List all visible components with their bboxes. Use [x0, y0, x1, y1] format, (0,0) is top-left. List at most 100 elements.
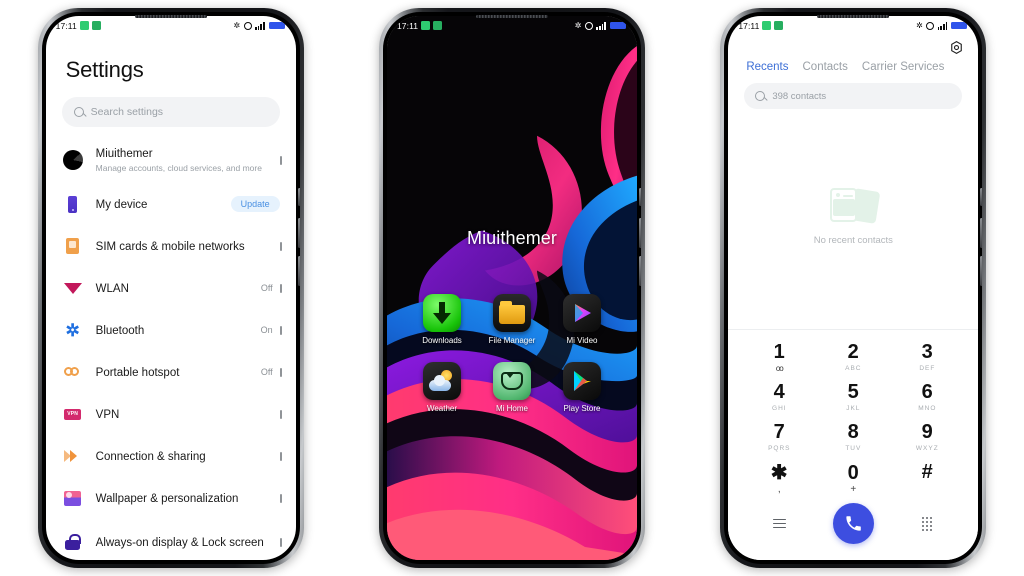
phone-bezel: 17:11 ✲ Settings Search settings Miuithe… [41, 12, 300, 564]
sidebar-item-wlan[interactable]: WLAN Off [46, 267, 296, 309]
side-button-1[interactable] [980, 188, 983, 206]
phone-bezel: 17:11 ✲ Recents Contacts Carrier Service… [724, 12, 983, 564]
weather-icon [422, 362, 461, 400]
dialpad-key-star[interactable]: ✱ , [742, 462, 816, 495]
sidebar-item-connection-sharing[interactable]: Connection & sharing [46, 435, 296, 477]
call-icon [832, 503, 874, 544]
tab-recents[interactable]: Recents [746, 61, 788, 73]
app-file-manager[interactable]: File Manager [477, 294, 547, 346]
key-digit: 0 [847, 462, 860, 484]
voicemail-icon: oo [775, 364, 784, 373]
volume-up-button[interactable] [638, 218, 641, 248]
dialpad-key-1[interactable]: 1 oo [742, 342, 816, 373]
sidebar-item-account[interactable]: Miuithemer Manage accounts, cloud servic… [46, 137, 296, 183]
item-subtitle: Manage accounts, cloud services, and mor… [95, 163, 262, 174]
device-icon [62, 193, 84, 215]
gear-icon[interactable] [949, 40, 964, 55]
volume-up-button[interactable] [980, 218, 983, 248]
lock-icon [62, 531, 84, 553]
key-digit: 5 [847, 381, 860, 403]
update-badge[interactable]: Update [230, 196, 280, 212]
app-play-store[interactable]: Play Store [547, 362, 617, 414]
tab-contacts[interactable]: Contacts [803, 61, 848, 73]
camera-icon [91, 21, 101, 30]
app-label: Weather [426, 404, 458, 413]
home-screen-title: Miuithemer [466, 228, 557, 248]
search-icon [73, 107, 84, 117]
sidebar-item-sim-cards[interactable]: SIM cards & mobile networks [46, 225, 296, 267]
dialpad-key-7[interactable]: 7 PQRS [742, 422, 816, 453]
dialpad-actions [742, 493, 964, 556]
key-letters: GHI [772, 405, 787, 412]
dialpad-key-6[interactable]: 6 MNO [890, 382, 964, 413]
key-digit: 2 [847, 341, 860, 363]
call-button[interactable] [816, 503, 890, 544]
wallpaper-icon [62, 487, 84, 509]
dialpad-key-2[interactable]: 2 ABC [816, 342, 890, 373]
dialpad-key-hash[interactable]: # [890, 462, 964, 493]
bluetooth-icon: ✲ [233, 20, 241, 30]
signal-icon [255, 22, 265, 30]
side-button-1[interactable] [638, 188, 641, 206]
dialpad-key-8[interactable]: 8 TUV [816, 422, 890, 453]
key-letters: WXYZ [915, 445, 939, 452]
key-letters: DEF [919, 365, 936, 372]
search-placeholder: 398 contacts [772, 90, 827, 102]
sidebar-item-bluetooth[interactable]: ✲ Bluetooth On [46, 309, 296, 351]
bluetooth-icon: ✲ [65, 320, 80, 340]
earpiece-speaker [817, 15, 890, 18]
downloads-icon [422, 294, 461, 332]
item-label: My device [95, 199, 148, 211]
sidebar-item-vpn[interactable]: VPN VPN [46, 393, 296, 435]
settings-list: Miuithemer Manage accounts, cloud servic… [46, 137, 296, 560]
keypad-icon [922, 516, 933, 531]
key-digit: # [921, 461, 934, 483]
volume-up-button[interactable] [297, 218, 300, 248]
dialpad-key-0[interactable]: 0 + [816, 462, 890, 495]
sidebar-item-lock-screen[interactable]: Always-on display & Lock screen [46, 519, 296, 560]
sidebar-item-wallpaper[interactable]: Wallpaper & personalization [46, 477, 296, 519]
menu-button[interactable] [742, 518, 816, 529]
side-button-1[interactable] [297, 188, 300, 206]
chevron-icon [279, 409, 282, 419]
screenshot-stage: 17:11 ✲ Settings Search settings Miuithe… [0, 0, 1024, 576]
phone-dialer: 17:11 ✲ Recents Contacts Carrier Service… [720, 8, 987, 568]
search-input[interactable]: 398 contacts [744, 83, 963, 109]
keypad-toggle-button[interactable] [890, 516, 964, 531]
key-digit: 8 [847, 421, 860, 443]
alarm-icon [926, 21, 935, 30]
search-input[interactable]: Search settings [61, 97, 280, 127]
tab-carrier-services[interactable]: Carrier Services [862, 61, 944, 73]
dialpad-key-9[interactable]: 9 WXYZ [890, 422, 964, 453]
volume-down-button[interactable] [638, 256, 641, 286]
sidebar-item-portable-hotspot[interactable]: Portable hotspot Off [46, 351, 296, 393]
key-digit: 7 [773, 421, 786, 443]
status-bar-left: 17:11 [738, 21, 784, 31]
app-mi-home[interactable]: Mi Home [477, 362, 547, 414]
item-label: Always-on display & Lock screen [95, 537, 264, 549]
screen-settings: 17:11 ✲ Settings Search settings Miuithe… [45, 16, 296, 560]
whatsapp-icon [79, 21, 89, 30]
status-bar-left: 17:11 [56, 21, 101, 31]
play-store-icon [562, 362, 601, 400]
volume-down-button[interactable] [980, 256, 983, 286]
alarm-icon [584, 21, 593, 30]
app-label: Mi Home [495, 404, 528, 413]
app-weather[interactable]: Weather [407, 362, 477, 414]
app-downloads[interactable]: Downloads [407, 294, 477, 346]
wifi-icon [62, 277, 84, 299]
dialpad-key-3[interactable]: 3 DEF [890, 342, 964, 373]
key-digit: 4 [773, 381, 786, 403]
dialpad: 1 oo 2 ABC 3 DEF 4 GHI 5 JKL 6 MNO 7 PQR… [728, 329, 979, 560]
chevron-icon [279, 283, 282, 293]
empty-state: No recent contacts [728, 109, 978, 329]
key-digit: 6 [921, 381, 934, 403]
volume-down-button[interactable] [297, 256, 300, 286]
key-digit: ✱ [770, 462, 788, 484]
dialpad-key-4[interactable]: 4 GHI [742, 382, 816, 413]
app-mi-video[interactable]: Mi Video [547, 294, 617, 346]
sidebar-item-my-device[interactable]: My device Update [46, 183, 296, 225]
item-value: Off [260, 283, 273, 293]
key-letters: MNO [918, 405, 937, 412]
dialpad-key-5[interactable]: 5 JKL [816, 382, 890, 413]
